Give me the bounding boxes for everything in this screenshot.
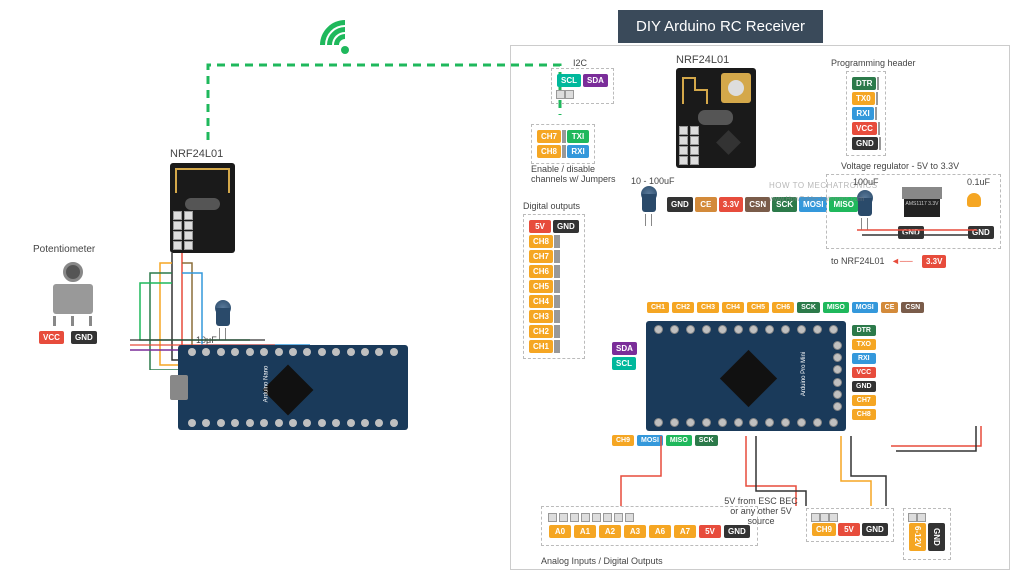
pw1-5v: 5V — [838, 523, 860, 536]
pwr1-block: CH95VGND — [806, 508, 894, 542]
pot-gnd-tag: GND — [71, 331, 97, 344]
mini-top-ce: CE — [881, 302, 899, 313]
j-txi: TXI — [567, 130, 589, 143]
mini-top-ch2: CH2 — [672, 302, 694, 313]
mini-top-sck: SCK — [797, 302, 820, 313]
mini-top-ch3: CH3 — [697, 302, 719, 313]
pw2-612: 6-12V — [909, 523, 926, 551]
to-nrf-33v: 3.3V — [922, 255, 946, 268]
nrf-rx-label: NRF24L01 — [676, 54, 729, 66]
prog-label: Programming header — [831, 58, 916, 68]
digout-block: 5VGND CH8 CH7 CH6 CH5 CH4 CH3 CH2 CH1 — [523, 214, 585, 359]
nw-csn: CSN — [745, 197, 770, 212]
vreg-label: Voltage regulator - 5V to 3.3V — [841, 161, 959, 171]
pw2-gnd: GND — [928, 523, 945, 551]
analog-a0: A0 — [549, 525, 571, 538]
do-ch: CH4 — [529, 295, 553, 308]
mini-top-labels: CH1CH2CH3CH4CH5CH6SCKMISOMOSICECSN — [646, 301, 925, 314]
mini-right-rxi: RXI — [852, 353, 876, 364]
cap3-label: 0.1uF — [967, 177, 990, 187]
do-5v: 5V — [529, 220, 551, 233]
mini-right-vcc: VCC — [852, 367, 876, 378]
mini-right-labels: DTR TXO RXI VCC GND CH7 CH8 — [851, 324, 877, 421]
nw-gnd: GND — [667, 197, 693, 212]
arduino-nano: Arduino Nano — [178, 345, 408, 430]
analog-a6: A6 — [649, 525, 671, 538]
do-ch: CH3 — [529, 310, 553, 323]
title-bar: DIY Arduino RC Receiver — [618, 10, 823, 43]
do-ch: CH1 — [529, 340, 553, 353]
cap3 — [967, 193, 981, 207]
pw1-ch9: CH9 — [812, 523, 836, 536]
pot-label: Potentiometer — [33, 244, 95, 255]
do-ch: CH7 — [529, 250, 553, 263]
analog-gnd: GND — [724, 525, 750, 538]
i2c-label: I2C — [573, 58, 587, 68]
mini-right-dtr: DTR — [852, 325, 876, 336]
mini-right-txo: TXO — [852, 339, 876, 350]
mini-right-ch7: CH7 — [852, 395, 876, 406]
receiver-panel: I2C SCLSDA CH7TXI CH8RXI Enable / disabl… — [510, 45, 1010, 570]
p-tx0: TX0 — [852, 92, 875, 105]
mini-sda: SDA — [612, 342, 637, 355]
cap1 — [641, 186, 657, 216]
do-ch: CH2 — [529, 325, 553, 338]
cap1-label: 10 - 100uF — [631, 176, 675, 186]
analog-a2: A2 — [599, 525, 621, 538]
i2c-sda: SDA — [583, 74, 608, 87]
mini-top-ch5: CH5 — [747, 302, 769, 313]
nrf-tx-module — [170, 163, 235, 253]
p-vcc: VCC — [852, 122, 877, 135]
mini-top-ch4: CH4 — [722, 302, 744, 313]
mini-right-ch8: CH8 — [852, 409, 876, 420]
do-ch: CH8 — [529, 235, 553, 248]
j-rxi: RXI — [567, 145, 589, 158]
to-nrf-label: to NRF24L01 — [831, 256, 885, 266]
analog-5v: 5V — [699, 525, 721, 538]
potentiometer — [45, 262, 100, 332]
analog-a3: A3 — [624, 525, 646, 538]
p-rxi: RXI — [852, 107, 874, 120]
nrf-tx-label: NRF24L01 — [170, 148, 223, 160]
watermark-logo: HOW TO MECHATRONICS — [769, 181, 878, 190]
mini-top-csn: CSN — [901, 302, 924, 313]
do-gnd: GND — [553, 220, 579, 233]
j-ch8: CH8 — [537, 145, 561, 158]
arduino-pro-mini: Arduino Pro Mini — [646, 321, 846, 431]
do-ch: CH5 — [529, 280, 553, 293]
nrf-rx-module — [676, 68, 756, 168]
p-gnd: GND — [852, 137, 878, 150]
prog-block: DTR TX0 RXI VCC GND — [846, 71, 886, 156]
power-label: 5V from ESC BEC or any other 5V source — [721, 496, 801, 526]
pot-vcc-tag: VCC — [39, 331, 64, 344]
jumper-block: CH7 TXI CH8 RXI — [531, 124, 595, 164]
digout-label: Digital outputs — [523, 201, 580, 211]
p-dtr: DTR — [852, 77, 876, 90]
nw-33v: 3.3V — [719, 197, 743, 212]
analog-a1: A1 — [574, 525, 596, 538]
mini-top-miso: MISO — [823, 302, 849, 313]
mini-right-gnd: GND — [852, 381, 876, 392]
pwr2-block: 6-12VGND — [903, 508, 951, 560]
i2c-scl: SCL — [557, 74, 581, 87]
jumper-label: Enable / disable channels w/ Jumpers — [531, 164, 631, 184]
analog-label: Analog Inputs / Digital Outputs — [541, 556, 663, 566]
to-nrf-arrow: ◄── — [891, 256, 913, 266]
i2c-block: SCLSDA — [551, 68, 614, 104]
nw-ce: CE — [695, 197, 717, 212]
mini-top-ch1: CH1 — [647, 302, 669, 313]
analog-a7: A7 — [674, 525, 696, 538]
j-ch7: CH7 — [537, 130, 561, 143]
do-ch: CH6 — [529, 265, 553, 278]
pw1-gnd: GND — [862, 523, 888, 536]
watermark-url: www.HowToMechatronics.com — [769, 196, 864, 203]
mini-scl: SCL — [612, 357, 636, 370]
mini-top-mosi: MOSI — [852, 302, 878, 313]
mini-top-ch6: CH6 — [772, 302, 794, 313]
